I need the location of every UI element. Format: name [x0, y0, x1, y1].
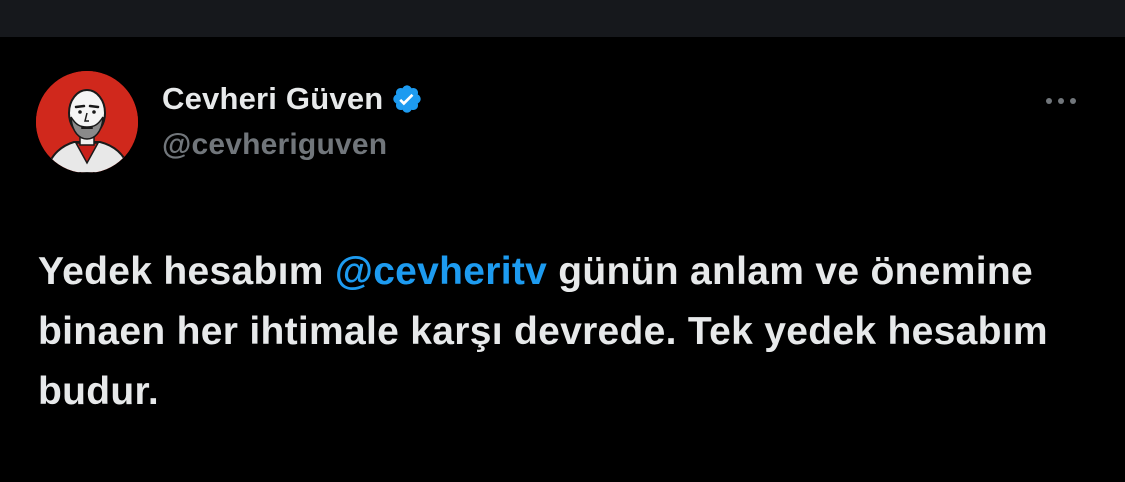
author-name-row[interactable]: Cevheri Güven	[162, 81, 423, 117]
tweet-text: Yedek hesabım @cevheritv günün anlam ve …	[38, 242, 1088, 422]
more-options-button[interactable]	[1036, 83, 1086, 119]
tweet-text-before: Yedek hesabım	[38, 250, 335, 293]
verified-badge-icon[interactable]	[391, 83, 423, 115]
author-handle[interactable]: @cevheriguven	[162, 128, 387, 162]
more-options-icon	[1058, 98, 1064, 104]
tweet-card[interactable]: Cevheri Güven @cevheriguven Yedek hesabı…	[0, 37, 1125, 482]
avatar-portrait-icon	[36, 71, 138, 173]
more-options-icon	[1046, 98, 1052, 104]
mention-link[interactable]: @cevheritv	[335, 250, 547, 293]
more-options-icon	[1070, 98, 1076, 104]
top-bar	[0, 0, 1125, 37]
avatar[interactable]	[36, 71, 138, 173]
author-display-name[interactable]: Cevheri Güven	[162, 81, 383, 117]
